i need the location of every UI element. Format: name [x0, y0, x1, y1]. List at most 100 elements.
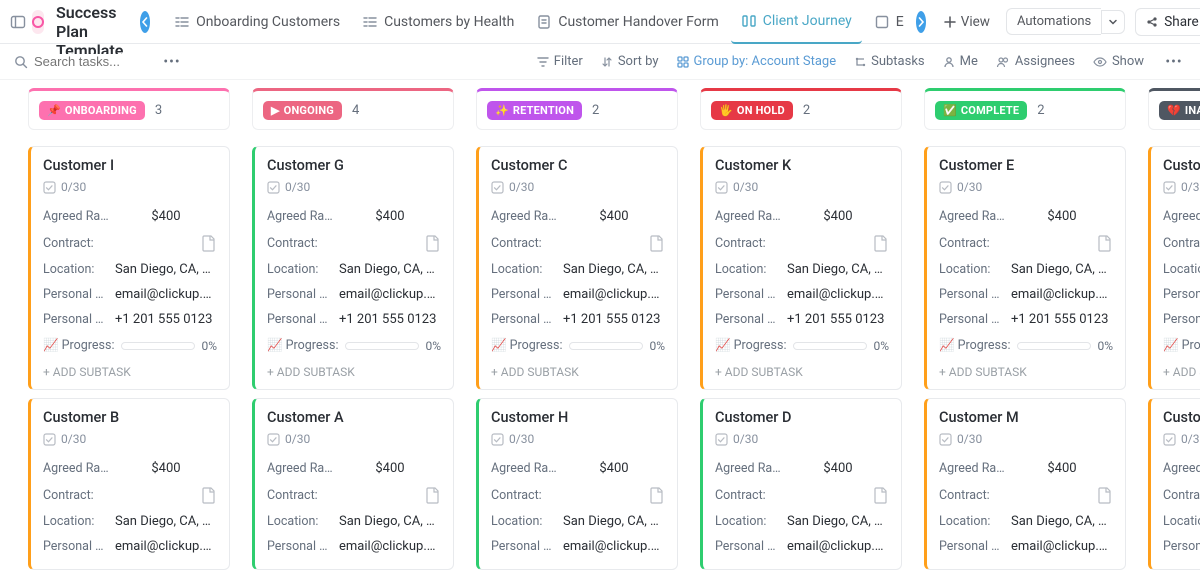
tab-onboarding-customers[interactable]: Onboarding Customers: [164, 0, 350, 44]
field-location: Location:San Diego, CA, U...: [939, 509, 1113, 534]
column-header[interactable]: 💔INACTI: [1148, 88, 1200, 130]
share-button[interactable]: Share: [1135, 8, 1200, 36]
column-header[interactable]: ✨RETENTION2: [476, 88, 678, 130]
column-ongoing: ▶ONGOING4 Customer G0/30Agreed Rat...$400…: [252, 88, 454, 570]
add-subtask-button[interactable]: + ADD SUBTASK: [715, 359, 889, 379]
customer-card[interactable]: Customer I0/30Agreed Rat...$400Contract:…: [28, 146, 230, 390]
field-agreed-rate: Agreed Rat...$400: [491, 456, 665, 481]
tab-label: E: [896, 14, 904, 30]
card-title: Customer C: [491, 157, 665, 174]
card-title: Custome: [1163, 409, 1200, 426]
group-by-button[interactable]: Group by: Account Stage: [677, 54, 837, 69]
customer-card[interactable]: Customer B0/30Agreed Rat...$400Contract:…: [28, 398, 230, 570]
customer-card[interactable]: Customer C0/30Agreed Rat...$400Contract:…: [476, 146, 678, 390]
customer-card[interactable]: Customer H0/30Agreed Rat...$400Contract:…: [476, 398, 678, 570]
column-on hold: 🖐ON HOLD2 Customer K0/30Agreed Rat...$400…: [700, 88, 902, 570]
card-subtask-progress: 0/30: [267, 180, 441, 194]
field-agreed-rate: Agreed Rat...$400: [939, 456, 1113, 481]
stage-pill: 📌ONBOARDING: [39, 101, 145, 120]
tab-customers-by-health[interactable]: Customers by Health: [352, 0, 524, 44]
automations-button[interactable]: Automations: [1006, 8, 1101, 35]
field-personal-number: Personal N...+1 201 555 0123: [267, 307, 441, 332]
card-title: Customer M: [939, 409, 1113, 426]
search-more-icon[interactable]: •••: [160, 50, 184, 74]
checkbox-icon: [715, 181, 728, 194]
search-input[interactable]: [34, 54, 144, 69]
field-location: Location:San Diego, CA, U...: [1163, 257, 1200, 282]
view-label: View: [961, 14, 990, 30]
me-button[interactable]: Me: [943, 54, 978, 69]
assignees-button[interactable]: Assignees: [996, 54, 1075, 69]
column-header[interactable]: 📌ONBOARDING 3: [28, 88, 230, 130]
field-personal-email: Personal E...email@clickup.com: [267, 534, 441, 559]
field-progress: 📈 Progress:0%: [43, 332, 217, 359]
field-contract: Contract:: [43, 481, 217, 509]
column-header[interactable]: ✅COMPLETE2: [924, 88, 1126, 130]
tab-client-journey[interactable]: Client Journey: [731, 0, 862, 44]
column-header[interactable]: ▶ONGOING4: [252, 88, 454, 130]
customer-card[interactable]: Custome0/30Agreed Rat...$400Contract:Loc…: [1148, 398, 1200, 570]
field-personal-email: Personal E...email@clickup.com: [43, 534, 217, 559]
card-subtask-progress: 0/30: [1163, 180, 1200, 194]
field-location: Location:San Diego, CA, U...: [715, 257, 889, 282]
sort-button[interactable]: Sort by: [601, 54, 659, 69]
field-progress: 📈 Progress:0%: [267, 332, 441, 359]
checkbox-icon: [939, 433, 952, 446]
checkbox-icon: [715, 433, 728, 446]
stage-count: 3: [155, 103, 162, 118]
subtasks-label: Subtasks: [871, 54, 925, 69]
add-subtask-button[interactable]: + ADD SUBTASK: [267, 359, 441, 379]
field-personal-email: Personal E...email@clickup.com: [267, 282, 441, 307]
top-bar: Customer Success Plan Template Onboardin…: [0, 0, 1200, 44]
filter-button[interactable]: Filter: [537, 54, 583, 69]
card-title: Custome: [1163, 157, 1200, 174]
tab-label: Customers by Health: [384, 14, 514, 30]
tab-icon: [874, 14, 890, 30]
card-subtask-progress: 0/30: [43, 180, 217, 194]
add-subtask-button[interactable]: + ADD SUBTASK: [1163, 359, 1200, 379]
customer-card[interactable]: Customer A0/30Agreed Rat...$400Contract:…: [252, 398, 454, 570]
me-label: Me: [960, 54, 978, 69]
nav-next-button[interactable]: [916, 11, 926, 33]
card-title: Customer K: [715, 157, 889, 174]
more-options-icon[interactable]: •••: [1162, 50, 1186, 74]
search-icon[interactable]: [14, 55, 28, 69]
add-subtask-button[interactable]: + ADD SUBTASK: [491, 359, 665, 379]
add-view-button[interactable]: View: [938, 10, 996, 34]
stage-emoji-icon: 🖐: [719, 104, 733, 117]
tab-customer-handover-form[interactable]: Customer Handover Form: [526, 0, 728, 44]
collapse-sidebar-icon[interactable]: [10, 10, 26, 34]
stage-name: ONGOING: [284, 104, 334, 117]
customer-card[interactable]: Customer E0/30Agreed Rat...$400Contract:…: [924, 146, 1126, 390]
tab-label: Customer Handover Form: [558, 14, 718, 30]
field-location: Location:San Diego, CA, U...: [939, 257, 1113, 282]
customer-card[interactable]: Customer D0/30Agreed Rat...$400Contract:…: [700, 398, 902, 570]
field-personal-email: Personal E...email@clickup.com: [1163, 282, 1200, 307]
field-location: Location:San Diego, CA, U...: [267, 509, 441, 534]
subtasks-button[interactable]: Subtasks: [854, 54, 925, 69]
column-header[interactable]: 🖐ON HOLD2: [700, 88, 902, 130]
customer-card[interactable]: Customer G0/30Agreed Rat...$400Contract:…: [252, 146, 454, 390]
add-subtask-button[interactable]: + ADD SUBTASK: [939, 359, 1113, 379]
field-personal-number: Personal N...+1 201 555 0123: [939, 307, 1113, 332]
card-subtask-progress: 0/30: [267, 432, 441, 446]
top-right-controls: View Automations Share: [938, 8, 1200, 36]
field-contract: Contract:: [715, 229, 889, 257]
customer-card[interactable]: Customer M0/30Agreed Rat...$400Contract:…: [924, 398, 1126, 570]
group-label: Group by: Account Stage: [694, 54, 837, 69]
file-icon: [425, 234, 441, 252]
stage-name: RETENTION: [513, 104, 574, 117]
nav-prev-button[interactable]: [140, 11, 150, 33]
field-agreed-rate: Agreed Rat...$400: [939, 204, 1113, 229]
add-subtask-button[interactable]: + ADD SUBTASK: [43, 359, 217, 379]
list-color-icon[interactable]: [32, 10, 44, 34]
automations-dropdown-icon[interactable]: [1101, 10, 1125, 34]
tab-e[interactable]: E: [864, 0, 914, 44]
customer-card[interactable]: Customer K0/30Agreed Rat...$400Contract:…: [700, 146, 902, 390]
field-personal-number: Personal N...+1 201 555 0123: [1163, 307, 1200, 332]
show-button[interactable]: Show: [1093, 54, 1144, 69]
field-agreed-rate: Agreed Rat...$400: [715, 456, 889, 481]
page-title: Customer Success Plan Template: [56, 0, 134, 60]
column-cards: Customer C0/30Agreed Rat...$400Contract:…: [476, 146, 678, 570]
customer-card[interactable]: Custome0/30Agreed Rat...$400Contract:Loc…: [1148, 146, 1200, 390]
